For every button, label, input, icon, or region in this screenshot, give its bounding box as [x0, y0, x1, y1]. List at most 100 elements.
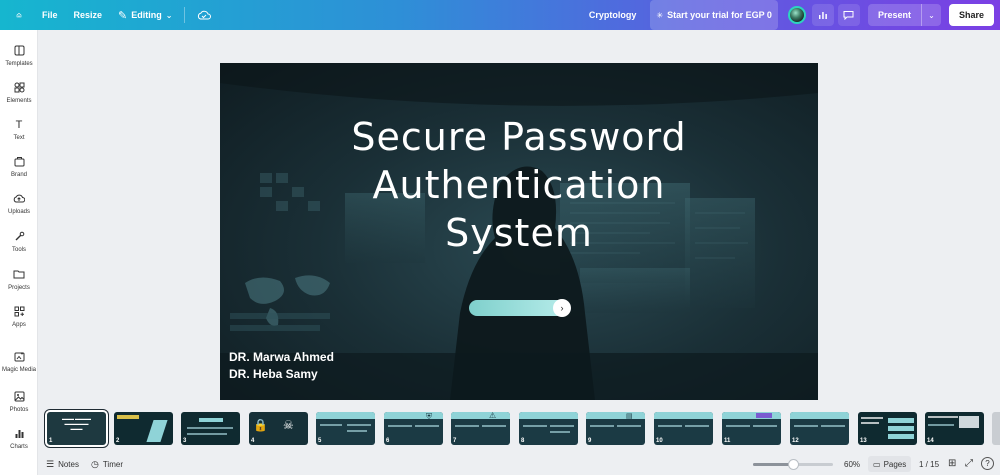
page-thumbnail[interactable]: ▬▬▬ ▬▬▬▬ ▬▬▬▬▬▬ ▬▬▬ 1 — [45, 410, 108, 447]
thumbnail-number: 3 — [183, 438, 187, 444]
magic-media-icon — [14, 351, 25, 364]
comment-icon[interactable] — [837, 4, 860, 26]
editing-label: Editing — [131, 10, 162, 20]
document-title[interactable]: Cryptology — [583, 0, 643, 30]
share-button[interactable]: Share — [948, 4, 994, 26]
thumbnail-number: 11 — [724, 438, 731, 444]
cloud-save-icon[interactable] — [191, 0, 217, 30]
timer-icon: ◷ — [90, 458, 99, 469]
thumbnail-preview — [187, 427, 233, 429]
thumbnail-preview — [347, 424, 371, 426]
sidebar-item-uploads[interactable]: Uploads — [0, 186, 38, 222]
page-thumbnail[interactable]: 12 — [790, 412, 849, 445]
thumbnail-preview — [685, 425, 709, 427]
thumbnail-preview — [550, 431, 570, 433]
sidebar-item-brand[interactable]: Brand — [0, 149, 38, 185]
uploads-icon — [13, 193, 26, 206]
sidebar-item-photos[interactable]: Photos — [0, 384, 38, 420]
sidebar-item-projects[interactable]: Projects — [0, 262, 38, 298]
page-thumbnail[interactable]: 13 — [858, 412, 917, 445]
slide-title[interactable]: Secure Password Authentication System — [280, 113, 758, 257]
thumbnail-preview — [187, 433, 227, 435]
fullscreen-icon[interactable]: ⤢ — [965, 458, 973, 469]
thumbnail-preview — [654, 412, 713, 419]
author-name-1[interactable]: DR. Marwa Ahmed — [229, 350, 334, 364]
sidebar-item-apps[interactable]: Apps — [0, 299, 38, 335]
notes-label: Notes — [58, 459, 79, 469]
present-button[interactable]: Present — [867, 4, 921, 26]
page-thumbnail[interactable]: 8 — [519, 412, 578, 445]
thumbnail-number: 10 — [656, 438, 663, 444]
page-thumbnail[interactable]: 🔒 ☠ 4 — [249, 412, 308, 445]
thumbnail-preview — [586, 412, 645, 419]
zoom-value[interactable]: 60% — [844, 460, 860, 469]
thumbnail-preview — [347, 430, 367, 432]
page-thumbnail[interactable]: 10 — [654, 412, 713, 445]
thumbnail-preview — [861, 417, 883, 419]
analytics-icon[interactable] — [811, 4, 834, 26]
charts-icon — [14, 428, 25, 441]
chevron-right-icon: › — [553, 299, 571, 317]
thumbnail-preview — [388, 425, 412, 427]
thumbnail-preview — [617, 425, 641, 427]
page-thumbnail[interactable]: 3 — [181, 412, 240, 445]
thumbnail-preview — [794, 425, 818, 427]
page-thumbnail[interactable]: 5 — [316, 412, 375, 445]
slide-canvas[interactable]: Secure Password Authentication System › … — [220, 63, 818, 400]
zoom-slider[interactable] — [753, 459, 833, 470]
thumbnail-preview — [590, 425, 614, 427]
page-thumbnail[interactable]: 2 — [114, 412, 173, 445]
timer-label: Timer — [102, 459, 123, 469]
present-options-chevron-icon[interactable]: ⌄ — [920, 4, 941, 26]
sidebar-item-label: Apps — [12, 322, 26, 328]
sidebar-item-label: Magic Media — [1, 367, 36, 373]
pages-button[interactable]: ▭ Pages — [868, 456, 912, 472]
start-trial-button[interactable]: ✳ Start your trial for EGP 0 — [650, 0, 778, 30]
editing-mode-dropdown[interactable]: ✎ Editing ⌄ — [112, 0, 178, 30]
thumbnail-preview — [928, 424, 954, 426]
top-toolbar: File Resize ✎ Editing ⌄ Cryptology ✳ Sta… — [0, 0, 1000, 30]
bottom-toolbar: ☰ Notes ◷ Timer 60% ▭ Pages 1 / 15 ⊞ ⤢ ? — [38, 453, 1000, 475]
thumbnail-preview — [790, 412, 849, 419]
sidebar-item-label: Charts — [10, 444, 28, 450]
thumbnail-preview — [482, 425, 506, 427]
thumbnail-number: 1 — [49, 438, 53, 444]
thumbnail-preview — [415, 425, 439, 427]
page-thumbnail-partial[interactable] — [992, 412, 1000, 445]
page-thumbnail[interactable]: 11 — [722, 412, 781, 445]
thumbnail-number: 7 — [453, 438, 457, 444]
notes-button[interactable]: ☰ Notes — [46, 459, 79, 470]
page-thumbnail[interactable]: ⛨ 6 — [384, 412, 443, 445]
brand-icon — [14, 156, 25, 169]
notes-icon: ☰ — [46, 458, 55, 469]
thumbnail-preview: ▬▬▬ ▬▬▬▬ ▬▬▬▬▬▬ ▬▬▬ — [61, 416, 92, 431]
sidebar-item-elements[interactable]: Elements — [0, 75, 38, 111]
avatar[interactable] — [787, 6, 806, 24]
sidebar-item-templates[interactable]: Templates — [0, 38, 38, 74]
timer-button[interactable]: ◷ Timer — [91, 459, 123, 470]
thumbnail-number: 8 — [521, 438, 525, 444]
thumbnail-preview — [753, 425, 777, 427]
elements-icon — [14, 82, 25, 95]
page-thumbnail[interactable]: 14 — [925, 412, 984, 445]
grid-view-icon[interactable]: ⊞ — [948, 458, 956, 469]
author-name-2[interactable]: DR. Heba Samy — [229, 367, 318, 381]
page-filmstrip: ▬▬▬ ▬▬▬▬ ▬▬▬▬▬▬ ▬▬▬ 1 2 3 🔒 ☠ 4 5 ⛨ 6 ⚠ 7 — [38, 405, 1000, 450]
thumbnail-number: 12 — [792, 438, 799, 444]
text-icon: T — [15, 119, 23, 131]
sidebar-item-label: Uploads — [7, 209, 30, 215]
sidebar-item-tools[interactable]: Tools — [0, 224, 38, 260]
home-icon[interactable] — [10, 0, 28, 30]
file-menu-button[interactable]: File — [36, 0, 64, 30]
pages-icon: ▭ — [873, 459, 881, 469]
skull-icon: ☠ — [283, 418, 294, 432]
sidebar-item-charts[interactable]: Charts — [0, 421, 38, 457]
page-thumbnail[interactable]: ⚠ 7 — [451, 412, 510, 445]
zoom-slider-handle[interactable] — [788, 459, 799, 470]
page-thumbnail[interactable]: ▤ 9 — [586, 412, 645, 445]
sidebar-item-text[interactable]: T Text — [0, 112, 38, 148]
help-icon[interactable]: ? — [981, 457, 994, 470]
thumbnail-preview — [756, 413, 772, 418]
resize-button[interactable]: Resize — [68, 0, 109, 30]
sidebar-item-magic-media[interactable]: Magic Media — [0, 344, 38, 380]
